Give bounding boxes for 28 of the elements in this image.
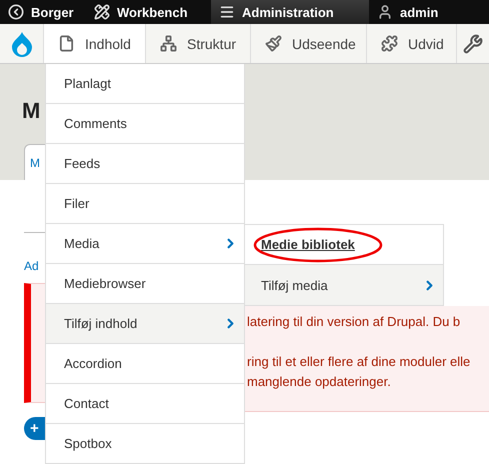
page-title: M [21,97,42,124]
user-icon [377,4,393,20]
puzzle-icon [381,35,398,52]
brush-icon [265,35,282,52]
add-button[interactable]: + [24,417,45,440]
pencil-ruler-icon [94,4,110,20]
menu-item[interactable]: Tilføj indhold [46,304,244,344]
menu-tab[interactable]: Udvid [367,24,457,63]
menu-icon [219,4,235,20]
menu-tab[interactable]: Indhold [44,24,146,63]
back-icon [8,4,24,20]
menu-tab[interactable]: Udseende [251,24,367,63]
toolbar-tab[interactable]: Borger [0,0,86,24]
wrench-icon[interactable] [463,34,483,54]
error-message-text: ring til et eller flere af dine moduler elle [247,354,470,371]
menu-item[interactable]: Medie bibliotek [245,225,443,265]
error-message-text: manglende opdateringer. [247,374,391,391]
menu-item[interactable]: Tilføj media [245,265,443,305]
hierarchy-icon [160,35,177,52]
toolbar-tab[interactable]: Administration [211,0,369,24]
error-message-text: latering til din version af Drupal. Du b [247,314,460,331]
drop-logo-icon[interactable] [10,30,32,56]
page-tab[interactable]: M [24,144,45,180]
toolbar-tab[interactable]: admin [369,0,489,24]
toolbar-tab[interactable]: Workbench [86,0,211,24]
menu-tab[interactable]: Struktur [146,24,251,63]
breadcrumb-link[interactable]: Ad [24,259,39,273]
file-icon [58,35,75,52]
